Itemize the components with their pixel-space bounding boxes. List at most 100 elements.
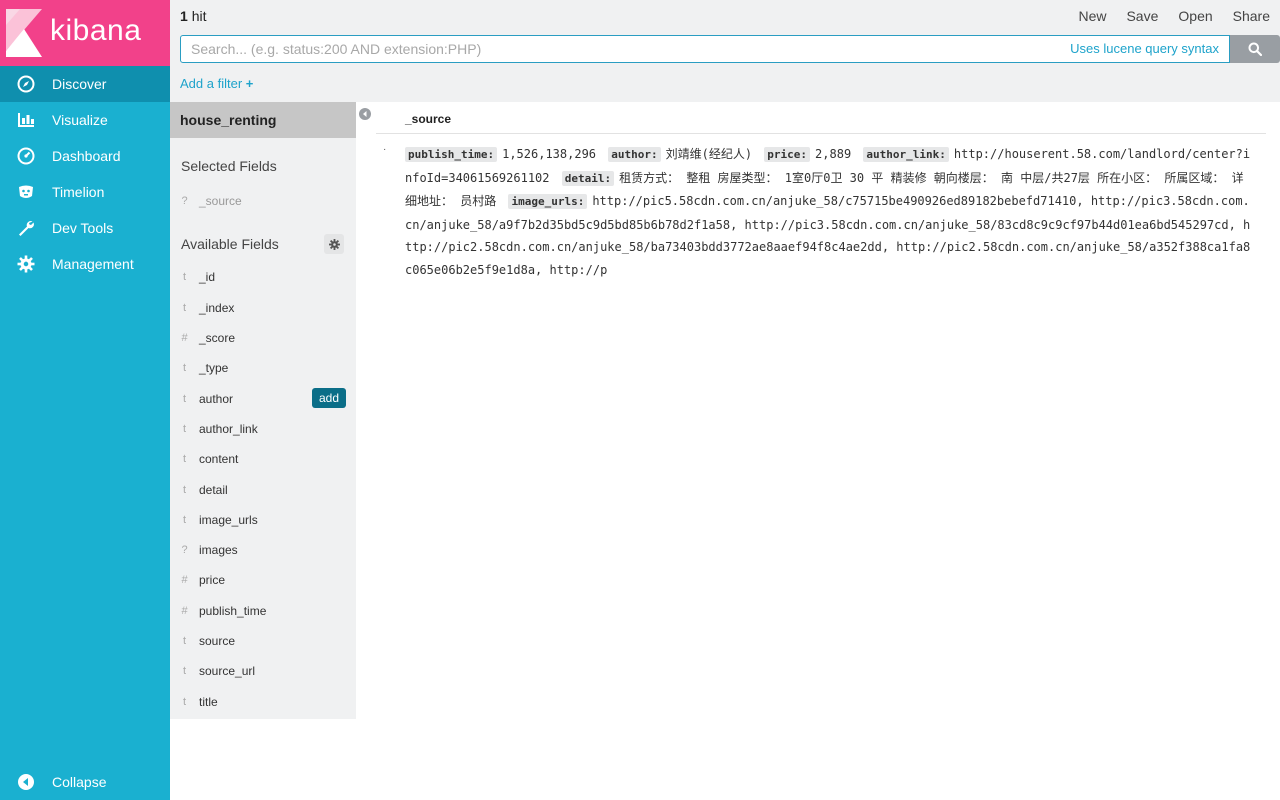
field-name: _index xyxy=(199,300,235,315)
field-name: detail xyxy=(199,482,228,497)
doc-key: author_link: xyxy=(863,147,949,162)
field-type-icon: # xyxy=(181,332,188,345)
sidebar-item-discover[interactable]: Discover xyxy=(0,66,170,102)
field-name: image_urls xyxy=(199,512,258,527)
available-fields-title: Available Fields xyxy=(181,236,279,253)
sidebar-item-label: Visualize xyxy=(52,112,108,128)
field-type-icon: t xyxy=(182,392,187,405)
add-filter-link[interactable]: Add a filter + xyxy=(180,76,253,91)
new-button[interactable]: New xyxy=(1078,8,1106,24)
field-type-icon: t xyxy=(182,422,187,435)
field-name: _type xyxy=(199,361,229,376)
kibana-logo[interactable]: kibana xyxy=(0,0,170,66)
field-panel: house_renting Selected Fields ? _source … xyxy=(170,102,356,719)
field-item-content[interactable]: t content xyxy=(170,444,356,474)
collapse-label: Collapse xyxy=(52,774,107,790)
sidebar-item-label: Management xyxy=(52,256,134,272)
field-type-icon: ? xyxy=(181,544,188,557)
field-name: author_link xyxy=(199,421,258,436)
field-item-title[interactable]: t title xyxy=(170,686,356,716)
field-type-icon: t xyxy=(182,635,187,647)
field-type-icon: # xyxy=(181,574,188,587)
collapse-sidebar-icon[interactable] xyxy=(359,108,371,120)
field-name: title xyxy=(199,694,218,709)
field-name: _source xyxy=(199,194,242,209)
selected-field-source[interactable]: ? _source xyxy=(170,186,356,216)
top-bar: 1 hit New Save Open Share Uses lucene qu… xyxy=(170,0,1280,102)
field-type-icon: t xyxy=(182,483,187,496)
sidebar-item-timelion[interactable]: Timelion xyxy=(0,174,170,210)
field-item-author[interactable]: t author add xyxy=(170,383,356,413)
field-item-image-urls[interactable]: t image_urls xyxy=(170,505,356,535)
field-item-source[interactable]: t source xyxy=(170,626,356,656)
field-item-author-link[interactable]: t author_link xyxy=(170,414,356,444)
source-column-header: _source xyxy=(405,112,452,126)
gauge-icon xyxy=(0,147,52,165)
hit-count-value: 1 xyxy=(180,8,188,24)
search-button[interactable] xyxy=(1230,35,1280,63)
field-item-images[interactable]: ? images xyxy=(170,535,356,565)
search-box: Uses lucene query syntax xyxy=(180,35,1230,63)
doc-key: detail: xyxy=(561,170,615,186)
sidebar-item-label: Timelion xyxy=(52,184,105,200)
field-item-price[interactable]: # price xyxy=(170,565,356,595)
share-button[interactable]: Share xyxy=(1233,8,1270,24)
field-item-id[interactable]: t _id xyxy=(170,262,356,292)
field-name: _id xyxy=(199,270,216,285)
collapse-button[interactable]: Collapse xyxy=(0,764,170,800)
save-button[interactable]: Save xyxy=(1126,8,1158,24)
add-field-button[interactable]: add xyxy=(311,388,346,409)
selected-fields-title: Selected Fields xyxy=(181,158,277,174)
logo-text: kibana xyxy=(50,14,142,47)
index-pattern-selector[interactable]: house_renting xyxy=(170,102,356,138)
gear-icon xyxy=(0,255,52,273)
sidebar-item-dev-tools[interactable]: Dev Tools xyxy=(0,210,170,246)
sidebar-item-visualize[interactable]: Visualize xyxy=(0,102,170,138)
header-divider xyxy=(376,133,1266,134)
field-type-icon: t xyxy=(182,362,187,375)
field-name: _score xyxy=(199,331,236,346)
doc-key: image_urls: xyxy=(508,194,588,209)
field-type-icon: t xyxy=(182,665,187,678)
compass-icon xyxy=(0,75,52,93)
field-item-detail[interactable]: t detail xyxy=(170,474,356,504)
search-row: Uses lucene query syntax xyxy=(180,35,1280,63)
field-name: price xyxy=(199,573,226,588)
doc-value: 1,526,138,296 xyxy=(502,147,597,161)
available-fields-list: t _id t _index # _score t _type t author add t… xyxy=(170,262,356,716)
bar-chart-icon xyxy=(0,111,52,129)
sidebar-item-label: Dashboard xyxy=(52,148,121,164)
top-menu: New Save Open Share xyxy=(1078,8,1280,24)
sidebar-nav: Discover Visualize Dashboard Timelion De… xyxy=(0,66,170,282)
sidebar: kibana Discover Visualize Dashboard Time… xyxy=(0,0,170,800)
hit-count: 1 hit xyxy=(180,8,206,24)
field-name: publish_time xyxy=(199,603,267,618)
doc-key: price: xyxy=(764,147,811,162)
field-item-source-url[interactable]: t source_url xyxy=(170,656,356,686)
field-name: source xyxy=(199,634,236,648)
results-area: _source · publish_time: 1,526,138,296 aut… xyxy=(356,102,1280,800)
lucene-syntax-link[interactable]: Uses lucene query syntax xyxy=(1070,41,1219,56)
field-settings-button[interactable] xyxy=(324,234,344,255)
plus-icon: + xyxy=(245,76,254,91)
field-name: source_url xyxy=(199,664,256,679)
field-item-type[interactable]: t _type xyxy=(170,353,356,383)
doc-value: 刘靖维(经纪人) xyxy=(665,147,753,161)
hit-count-label: hit xyxy=(191,8,207,24)
sidebar-item-management[interactable]: Management xyxy=(0,246,170,282)
field-item-publish-time[interactable]: # publish_time xyxy=(170,596,356,626)
field-type-icon: t xyxy=(182,513,187,526)
field-item-index[interactable]: t _index xyxy=(170,293,356,323)
field-item-score[interactable]: # _score xyxy=(170,323,356,353)
sidebar-item-dashboard[interactable]: Dashboard xyxy=(0,138,170,174)
field-type-icon: t xyxy=(182,695,187,708)
add-filter-label: Add a filter xyxy=(180,76,243,91)
doc-key: publish_time: xyxy=(405,147,498,162)
expand-row-toggle[interactable]: · xyxy=(383,144,386,155)
doc-value: 2,889 xyxy=(815,147,852,161)
open-button[interactable]: Open xyxy=(1178,8,1212,24)
doc-key: author: xyxy=(608,147,661,162)
field-type-icon: t xyxy=(182,453,187,466)
timelion-icon xyxy=(0,183,52,201)
field-name: content xyxy=(199,452,239,467)
